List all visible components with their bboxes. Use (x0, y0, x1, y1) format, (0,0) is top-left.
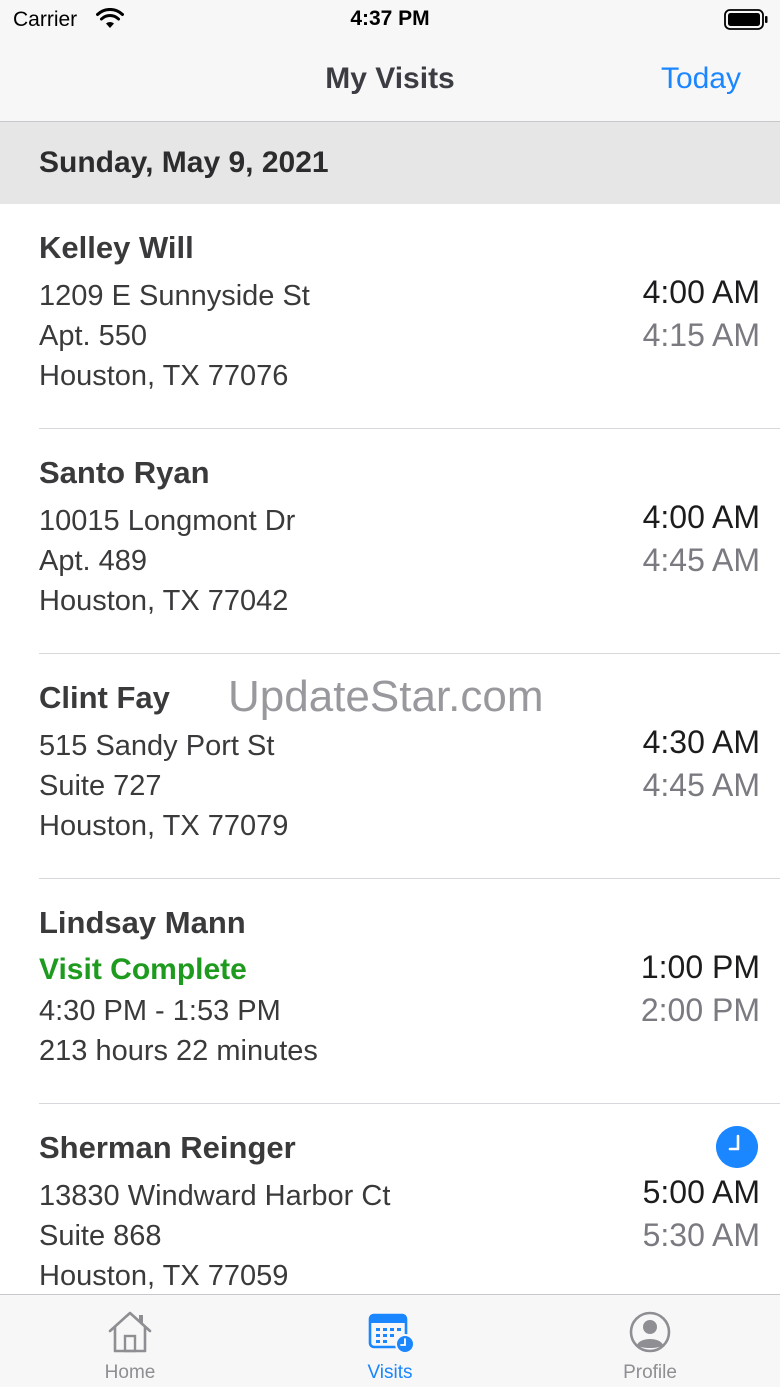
visit-row[interactable]: Kelley Will 1209 E Sunnyside St Apt. 550… (0, 204, 780, 429)
watermark: UpdateStar.com (228, 672, 544, 721)
visit-client-name: Kelley Will (39, 230, 194, 265)
tab-label: Visits (367, 1362, 413, 1383)
visit-client-name: Lindsay Mann (39, 905, 246, 940)
visit-end-time: 4:15 AM (642, 317, 760, 353)
visit-start-time: 4:30 AM (642, 724, 760, 760)
visit-address-line1: 10015 Longmont Dr (39, 505, 296, 537)
tab-home[interactable]: Home (0, 1295, 260, 1387)
visit-address-line3: Houston, TX 77076 (39, 360, 289, 392)
tab-label: Home (104, 1362, 156, 1383)
visit-row[interactable]: Santo Ryan 10015 Longmont Dr Apt. 489 Ho… (0, 429, 780, 654)
visit-status: Visit Complete (39, 953, 247, 986)
visit-end-time: 2:00 PM (640, 992, 760, 1028)
visit-end-time: 5:30 AM (642, 1217, 760, 1253)
visit-start-time: 4:00 AM (642, 274, 760, 310)
visit-list: Kelley Will 1209 E Sunnyside St Apt. 550… (0, 204, 780, 1329)
home-icon (108, 1311, 152, 1353)
visit-address-line1: 1209 E Sunnyside St (39, 280, 310, 312)
visit-address-line2: Suite 868 (39, 1220, 162, 1252)
date-section-header: Sunday, May 9, 2021 (0, 122, 780, 204)
person-icon (629, 1311, 671, 1353)
visit-row[interactable]: Lindsay Mann Visit Complete 4:30 PM - 1:… (0, 879, 780, 1104)
calendar-icon (368, 1313, 415, 1354)
battery-icon (724, 9, 768, 30)
status-time: 4:37 PM (350, 7, 430, 30)
navigation-bar: My Visits Today (0, 40, 780, 122)
visit-actual-time-range: 4:30 PM - 1:53 PM (39, 995, 281, 1027)
visit-address-line2: Apt. 489 (39, 545, 148, 577)
tab-profile[interactable]: Profile (520, 1295, 780, 1387)
visit-client-name: Sherman Reinger (39, 1130, 296, 1165)
status-bar: Carrier 4:37 PM (0, 0, 780, 40)
visit-address-line1: 13830 Windward Harbor Ct (39, 1180, 391, 1212)
tab-bar: Home Visits Profile (0, 1294, 780, 1387)
visit-address-line3: Houston, TX 77059 (39, 1260, 289, 1292)
visit-address-line3: Houston, TX 77042 (39, 585, 289, 617)
visit-address-line3: Houston, TX 77079 (39, 810, 289, 842)
visit-duration: 213 hours 22 minutes (39, 1035, 318, 1067)
visit-start-time: 5:00 AM (642, 1174, 760, 1210)
visit-end-time: 4:45 AM (642, 542, 760, 578)
visit-client-name: Santo Ryan (39, 455, 210, 490)
tab-visits[interactable]: Visits (260, 1295, 520, 1387)
tab-label: Profile (623, 1362, 677, 1383)
visit-address-line2: Suite 727 (39, 770, 162, 802)
visit-start-time: 4:00 AM (642, 499, 760, 535)
today-button[interactable]: Today (661, 62, 741, 96)
visit-start-time: 1:00 PM (640, 949, 760, 985)
visit-address-line2: Apt. 550 (39, 320, 148, 352)
visit-end-time: 4:45 AM (642, 767, 760, 803)
section-date: Sunday, May 9, 2021 (39, 146, 329, 179)
clock-icon (716, 1126, 758, 1168)
visit-address-line1: 515 Sandy Port St (39, 730, 275, 762)
visit-client-name: Clint Fay (39, 680, 170, 715)
